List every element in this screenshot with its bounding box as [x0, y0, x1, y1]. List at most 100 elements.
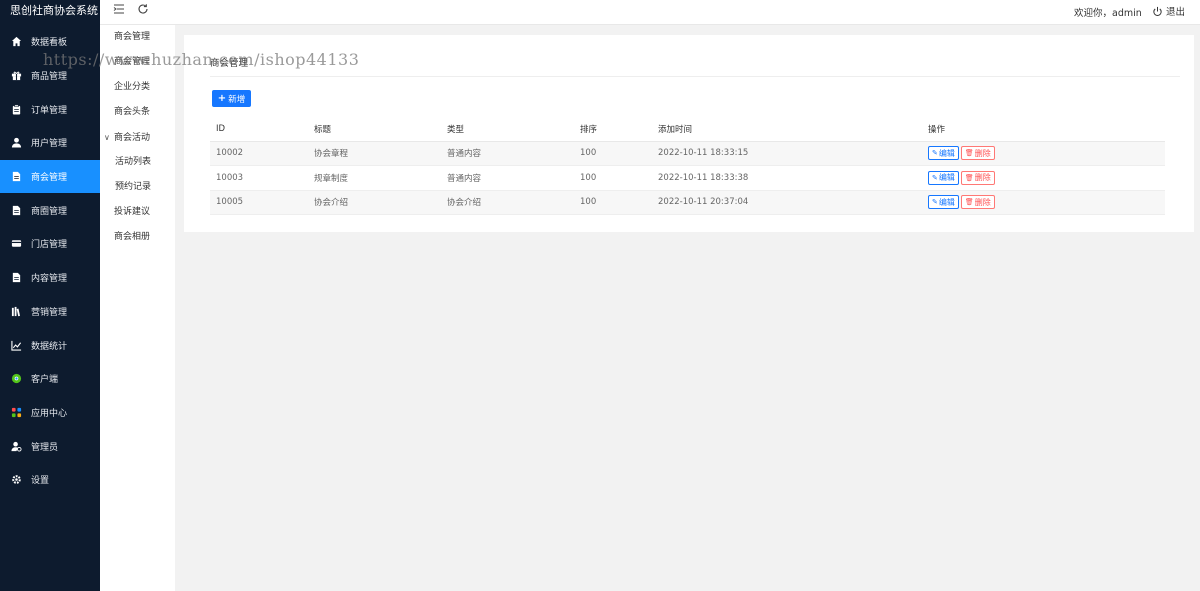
chevron-down-icon: ∨ [104, 133, 110, 142]
cell-sort: 100 [574, 165, 652, 191]
sidebar-item-label: 营销管理 [31, 307, 68, 318]
books-icon [10, 305, 22, 317]
sidebar-item-label: 用户管理 [31, 139, 68, 150]
cell-type: 协会介绍 [441, 190, 574, 215]
sidebar-item-label: 数据统计 [31, 341, 68, 352]
chrome-icon [10, 373, 22, 385]
sidebar-item[interactable]: 管理员 [0, 429, 100, 463]
submenu-item-label: 活动列表 [115, 157, 152, 167]
submenu-item[interactable]: 企业分类 [100, 75, 175, 100]
sidebar-item[interactable]: 设置 [0, 463, 100, 497]
delete-button-label: 删除 [974, 173, 991, 183]
column-header-type: 类型 [441, 118, 574, 142]
gear-icon [10, 474, 22, 486]
submenu-item[interactable]: 商会管理 [100, 50, 175, 75]
delete-button[interactable]: 🗑 删除 [960, 195, 995, 210]
submenu-item[interactable]: 商会管理 [100, 25, 175, 50]
add-button-label: 新增 [228, 94, 246, 105]
column-header-sort: 排序 [574, 118, 652, 142]
cell-id: 10005 [210, 190, 308, 215]
secondary-menu: 商会管理 商会管理 企业分类 商会头条 ∨ 商会活动 活动列表 预约记录 投诉建议 商会相册 [100, 25, 175, 591]
sidebar-item-label: 内容管理 [31, 274, 68, 285]
sidebar-item[interactable]: 门店管理 [0, 227, 100, 261]
welcome-text: 欢迎你，admin [1074, 8, 1142, 19]
user-icon [10, 137, 22, 149]
menu-fold-icon[interactable] [113, 3, 127, 17]
content-card: 商会管理 + 新增 ID 标题 类型 排序 添加时间 操作 10002 协会章程普… [184, 35, 1194, 232]
sidebar-item-label: 商会管理 [31, 173, 68, 184]
edit-button[interactable]: ✎ 编辑 [928, 170, 959, 185]
cell-sort: 100 [574, 141, 652, 166]
submenu-item[interactable]: 投诉建议 [100, 200, 175, 225]
sidebar-item-label: 应用中心 [31, 408, 68, 419]
clipboard-icon [10, 103, 22, 115]
line-chart-icon [10, 339, 22, 351]
submenu-item-label: 投诉建议 [114, 207, 151, 217]
sidebar-item[interactable]: 商会管理 [0, 159, 100, 194]
sidebar-item[interactable]: 内容管理 [0, 261, 100, 295]
trash-icon: 🗑 [964, 198, 974, 207]
submenu-item[interactable]: 预约记录 [100, 175, 175, 200]
column-header-time: 添加时间 [652, 118, 922, 142]
document-icon [10, 171, 22, 183]
submenu-item[interactable]: 活动列表 [100, 150, 175, 175]
cell-type: 普通内容 [441, 165, 574, 191]
sidebar-item-label: 门店管理 [31, 240, 68, 251]
cell-actions: ✎ 编辑 🗑 删除 [922, 141, 1165, 166]
cell-actions: ✎ 编辑 🗑 删除 [922, 165, 1165, 191]
cell-time: 2022-10-11 18:33:15 [652, 141, 922, 166]
submenu-item-label: 预约记录 [115, 182, 152, 192]
edit-button[interactable]: ✎ 编辑 [928, 146, 959, 161]
credit-card-icon [10, 238, 22, 250]
sidebar-item[interactable]: 订单管理 [0, 92, 100, 126]
delete-button-label: 删除 [974, 197, 991, 207]
sidebar-item-label: 数据看板 [31, 38, 68, 49]
admin-user-icon [10, 440, 22, 452]
main-sidebar: 思创社商协会系统 数据看板商品管理 订单管理用户管理商会管理商圈管理门店管理内容管… [0, 0, 100, 591]
top-bar: 欢迎你，admin 退出 [100, 0, 1200, 25]
cell-sort: 100 [574, 190, 652, 215]
cell-time: 2022-10-11 20:37:04 [652, 190, 922, 215]
cell-time: 2022-10-11 18:33:38 [652, 165, 922, 191]
document-icon [10, 204, 22, 216]
submenu-item-label: 商会头条 [114, 107, 151, 117]
page-title: 商会管理 [210, 58, 249, 69]
edit-button-label: 编辑 [938, 173, 955, 183]
submenu-item[interactable]: 商会相册 [100, 225, 175, 250]
cell-title: 协会章程 [308, 141, 441, 166]
plus-icon: + [217, 93, 227, 104]
apps-icon [10, 406, 22, 418]
delete-button[interactable]: 🗑 删除 [960, 146, 995, 161]
home-icon [10, 36, 22, 48]
table-body: 10002 协会章程 普通内容 100 2022-10-11 18:33:15 ✎ 编辑 🗑 删… [210, 141, 1165, 215]
cell-title: 协会介绍 [308, 190, 441, 215]
submenu-item-label: 商会管理 [114, 57, 151, 67]
pencil-icon: ✎ [932, 198, 938, 207]
secondary-menu-list: 商会管理 商会管理 企业分类 商会头条 ∨ 商会活动 活动列表 预约记录 投诉建议 商会相册 [100, 25, 175, 250]
app-title: 思创社商协会系统 [10, 4, 98, 17]
submenu-item[interactable]: 商会头条 [100, 100, 175, 125]
sidebar-item[interactable]: 数据看板 [0, 25, 100, 59]
submenu-item[interactable]: ∨ 商会活动 [100, 125, 175, 150]
sidebar-item-label: 设置 [31, 476, 50, 487]
sidebar-item[interactable]: 应用中心 [0, 396, 100, 430]
edit-button-label: 编辑 [938, 197, 955, 207]
column-header-id: ID [210, 118, 308, 142]
sidebar-item[interactable]: 用户管理 [0, 126, 100, 160]
delete-button[interactable]: 🗑 删除 [960, 170, 995, 185]
refresh-icon[interactable] [137, 3, 151, 17]
sidebar-item[interactable]: 数据统计 [0, 328, 100, 362]
logout-button[interactable]: 退出 [1152, 4, 1185, 18]
sidebar-item[interactable]: 营销管理 [0, 295, 100, 329]
sidebar-item[interactable]: 商品管理 [0, 59, 100, 93]
add-button[interactable]: + 新增 [212, 90, 251, 107]
logout-label: 退出 [1166, 7, 1186, 18]
sidebar-nav: 数据看板商品管理 订单管理用户管理商会管理商圈管理门店管理内容管理营销管理数据统计… [0, 25, 100, 497]
cell-type: 普通内容 [441, 141, 574, 166]
sidebar-item-label: 客户端 [31, 375, 59, 386]
sidebar-item[interactable]: 商圈管理 [0, 193, 100, 227]
sidebar-item[interactable]: 客户端 [0, 362, 100, 396]
table-row: 10002 协会章程 普通内容 100 2022-10-11 18:33:15 ✎ 编辑 🗑 删… [210, 141, 1165, 166]
edit-button[interactable]: ✎ 编辑 [928, 195, 959, 210]
submenu-item-label: 商会活动 [114, 133, 151, 143]
